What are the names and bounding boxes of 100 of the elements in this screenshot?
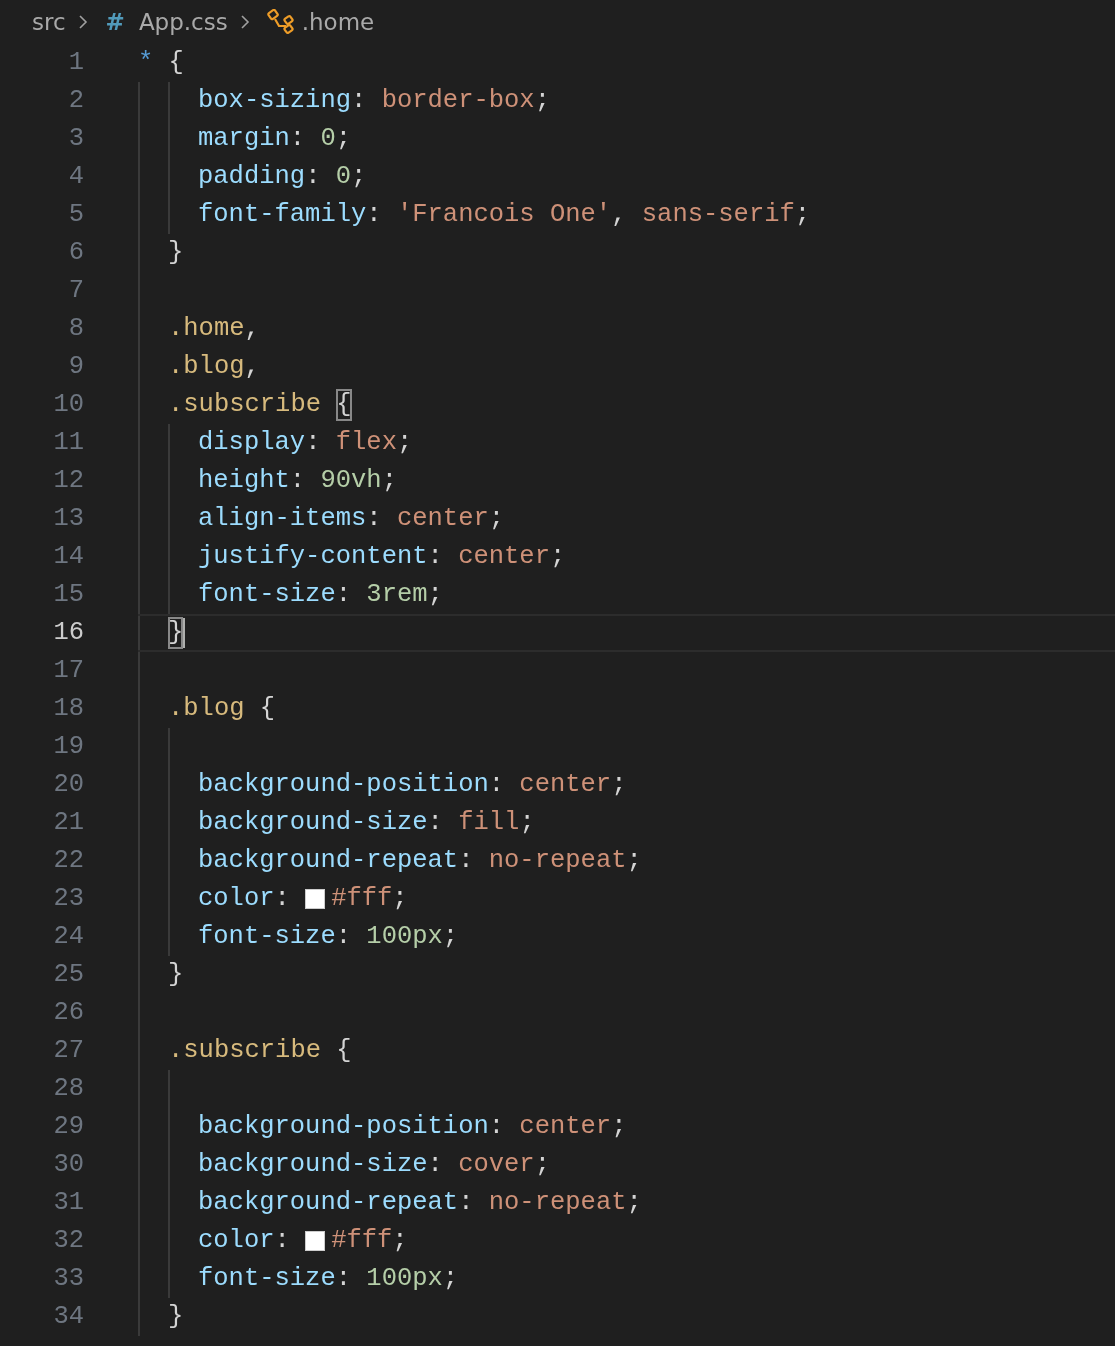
line-number: 27 xyxy=(52,1035,84,1067)
property-token: background-position xyxy=(198,769,489,801)
line-number: 24 xyxy=(52,921,84,953)
selector-token: .blog xyxy=(168,351,245,383)
value-token: fill xyxy=(458,807,520,839)
line-number: 19 xyxy=(52,731,84,763)
line-number: 13 xyxy=(52,503,84,535)
line-number: 1 xyxy=(67,47,84,79)
punctuation-token: ; xyxy=(611,769,627,801)
line-number: 31 xyxy=(52,1187,84,1219)
number-token: 0 xyxy=(320,123,336,155)
css-file-icon: # xyxy=(105,9,125,35)
selector-token: .subscribe xyxy=(168,389,322,421)
line-number: 21 xyxy=(52,807,84,839)
punctuation-token: : xyxy=(458,845,475,877)
property-token: font-size xyxy=(198,579,336,611)
punctuation-token: : xyxy=(366,199,383,231)
property-token: margin xyxy=(198,123,290,155)
punctuation-token: : xyxy=(335,579,353,611)
line-number: 20 xyxy=(52,769,84,801)
value-token: #fff xyxy=(331,883,393,915)
punctuation-token: ; xyxy=(611,1111,627,1143)
line-number: 23 xyxy=(52,883,84,915)
selector-token: .subscribe xyxy=(168,1035,322,1067)
punctuation-token: , xyxy=(244,351,260,383)
line-number: 8 xyxy=(67,313,84,345)
line-number: 2 xyxy=(67,85,84,117)
line-number: 28 xyxy=(52,1073,84,1105)
punctuation-token: : xyxy=(335,1263,353,1295)
value-token: border-box xyxy=(381,85,535,117)
line-number: 12 xyxy=(52,465,84,497)
value-token: center xyxy=(396,503,489,535)
punctuation-token: ; xyxy=(626,1187,642,1219)
punctuation-token: : xyxy=(305,427,322,459)
punctuation-token: : xyxy=(488,769,506,801)
punctuation-token: , xyxy=(244,313,260,345)
punctuation-token: { xyxy=(335,1035,352,1067)
value-token: #fff xyxy=(331,1225,393,1257)
property-token: display xyxy=(198,427,306,459)
punctuation-token: ; xyxy=(519,807,535,839)
property-token: font-size xyxy=(198,921,336,953)
punctuation-token: ; xyxy=(794,199,811,231)
punctuation-token: ; xyxy=(392,883,408,915)
color-swatch[interactable] xyxy=(305,889,326,909)
punctuation-token: { xyxy=(167,47,184,79)
punctuation-token: : xyxy=(274,883,291,915)
punctuation-token: } xyxy=(168,959,184,991)
selector-token: .home xyxy=(168,313,245,345)
property-token: font-size xyxy=(198,1263,336,1295)
line-number: 25 xyxy=(52,959,84,991)
line-number: 22 xyxy=(52,845,84,877)
number-token: 3rem xyxy=(366,579,428,611)
punctuation-token: : xyxy=(289,123,307,155)
punctuation-token: : xyxy=(458,1187,475,1219)
value-token: flex xyxy=(335,427,397,459)
line-number: 11 xyxy=(52,427,84,459)
number-token: 0 xyxy=(335,161,352,193)
value-token: sans-serif xyxy=(641,199,795,231)
punctuation-token: ; xyxy=(488,503,505,535)
line-number: 29 xyxy=(52,1111,84,1143)
punctuation-token: ; xyxy=(550,541,566,573)
property-token: background-repeat xyxy=(198,1187,459,1219)
punctuation-token: ; xyxy=(381,465,397,497)
punctuation-token: ; xyxy=(626,845,642,877)
breadcrumb-folder[interactable]: src xyxy=(32,9,66,35)
punctuation-token: : xyxy=(427,807,444,839)
punctuation-token: ; xyxy=(392,1225,408,1257)
number-token: 100px xyxy=(366,1263,443,1295)
punctuation-token: ; xyxy=(442,921,459,953)
property-token: height xyxy=(198,465,290,497)
line-number: 16 xyxy=(52,617,84,649)
punctuation-token: { xyxy=(258,693,276,725)
property-token: font-family xyxy=(198,199,367,231)
selector-token: * xyxy=(138,47,154,79)
punctuation-token: ; xyxy=(534,85,550,117)
selector-token: .blog xyxy=(168,693,245,725)
line-number: 14 xyxy=(52,541,84,573)
breadcrumb-file[interactable]: App.css xyxy=(138,9,228,35)
value-token: center xyxy=(519,1111,612,1143)
breadcrumb-symbol[interactable]: .home xyxy=(301,9,375,35)
symbol-class-icon xyxy=(265,9,294,35)
property-token: padding xyxy=(198,161,306,193)
punctuation-token: : xyxy=(289,465,307,497)
line-number: 33 xyxy=(52,1263,84,1295)
punctuation-token: : xyxy=(427,541,444,573)
value-token: center xyxy=(519,769,612,801)
punctuation-token: ; xyxy=(442,1263,459,1295)
chevron-right-icon xyxy=(77,14,88,30)
property-token: color xyxy=(198,883,275,915)
value-token: cover xyxy=(458,1149,535,1181)
punctuation-token: : xyxy=(351,85,368,117)
line-number: 34 xyxy=(52,1301,84,1333)
property-token: background-repeat xyxy=(198,845,459,877)
line-number: 5 xyxy=(67,199,84,231)
value-token: no-repeat xyxy=(488,845,627,877)
color-swatch[interactable] xyxy=(305,1231,326,1251)
property-token: justify-content xyxy=(198,541,428,573)
punctuation-token: ; xyxy=(396,427,413,459)
line-number: 32 xyxy=(52,1225,84,1257)
line-number: 4 xyxy=(67,161,84,193)
